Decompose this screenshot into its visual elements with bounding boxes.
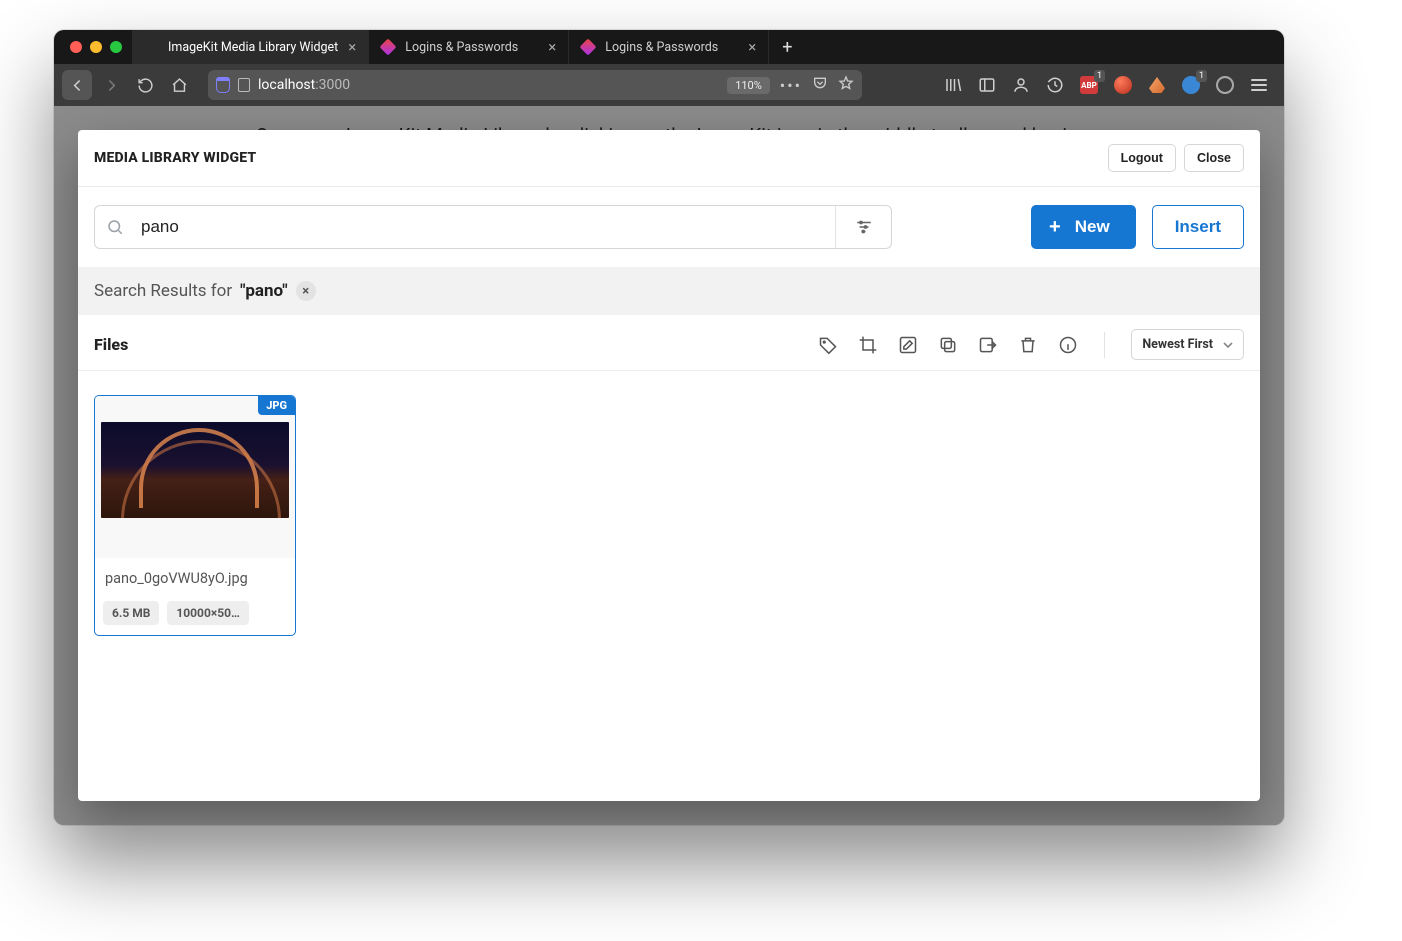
thumbnail (101, 422, 289, 518)
window-maximize[interactable] (110, 41, 122, 53)
home-button[interactable] (164, 70, 194, 100)
url-text: localhost:3000 (258, 77, 350, 93)
nav-back-button[interactable] (62, 70, 92, 100)
close-tab-icon[interactable]: × (748, 40, 756, 55)
close-tab-icon[interactable]: × (348, 40, 356, 55)
favicon-icon (144, 40, 158, 54)
react-devtools-icon[interactable] (1212, 72, 1238, 98)
insert-button[interactable]: Insert (1152, 205, 1244, 249)
edit-icon[interactable] (898, 335, 918, 355)
modal-title: MEDIA LIBRARY WIDGET (94, 150, 256, 166)
new-button-label: New (1075, 217, 1110, 237)
filter-button[interactable] (835, 206, 891, 248)
window-minimize[interactable] (90, 41, 102, 53)
file-name: pano_0goVWU8yO.jpg (95, 558, 295, 601)
files-actions: Newest First (818, 329, 1244, 360)
search-input[interactable] (135, 206, 835, 248)
window-close[interactable] (70, 41, 82, 53)
chevron-down-icon (1223, 340, 1233, 350)
crop-icon[interactable] (858, 335, 878, 355)
plus-icon: + (1049, 216, 1061, 239)
favicon-icon (381, 40, 395, 54)
tomato-extension-icon[interactable] (1110, 72, 1136, 98)
search-wrap (94, 205, 892, 249)
tab-logins-2[interactable]: Logins & Passwords × (569, 30, 769, 64)
blue-extension-icon[interactable]: 1 (1178, 72, 1204, 98)
file-meta: 6.5 MB 10000×50… (95, 601, 295, 635)
new-tab-button[interactable]: + (769, 30, 805, 64)
reload-button[interactable] (130, 70, 160, 100)
logout-button[interactable]: Logout (1108, 144, 1176, 172)
sidebar-icon[interactable] (974, 72, 1000, 98)
results-query: "pano" (240, 281, 288, 301)
tab-logins-1[interactable]: Logins & Passwords × (369, 30, 569, 64)
search-row: + New Insert (78, 187, 1260, 267)
info-icon[interactable] (1058, 335, 1078, 355)
toolbar-right: ABP 1 1 (940, 72, 1276, 98)
search-icon (95, 206, 135, 248)
tab-title: ImageKit Media Library Widget (168, 40, 338, 55)
close-button[interactable]: Close (1184, 144, 1244, 172)
pocket-icon[interactable] (812, 75, 828, 95)
zoom-indicator[interactable]: 110% (727, 77, 770, 94)
tab-title: Logins & Passwords (605, 40, 718, 55)
sort-label: Newest First (1142, 337, 1213, 352)
file-dims-pill: 10000×50… (167, 601, 248, 625)
media-library-modal: MEDIA LIBRARY WIDGET Logout Close (78, 130, 1260, 801)
clear-search-icon[interactable]: × (296, 281, 316, 301)
move-icon[interactable] (978, 335, 998, 355)
abp-extension-icon[interactable]: ABP 1 (1076, 72, 1102, 98)
window-controls (64, 30, 132, 64)
results-bar: Search Results for "pano" × (78, 267, 1260, 315)
files-toolbar: Files Newest First (78, 315, 1260, 371)
files-grid: JPG pano_0goVWU8yO.jpg 6.5 MB 10000×50… (78, 371, 1260, 660)
tag-icon[interactable] (818, 335, 838, 355)
page-info-icon[interactable] (238, 78, 250, 92)
file-size-pill: 6.5 MB (103, 601, 159, 625)
close-tab-icon[interactable]: × (548, 40, 556, 55)
tab-imagekit[interactable]: ImageKit Media Library Widget × (132, 30, 369, 64)
results-prefix: Search Results for (94, 281, 232, 301)
nav-forward-button[interactable] (96, 70, 126, 100)
files-heading: Files (94, 335, 128, 354)
separator (1104, 332, 1105, 358)
app-menu-button[interactable] (1246, 72, 1272, 98)
library-icon[interactable] (940, 72, 966, 98)
page-content: Open your ImageKit Media Library by clic… (54, 106, 1284, 825)
format-badge: JPG (258, 396, 295, 415)
url-bar: localhost:3000 110% ••• (54, 64, 1284, 106)
address-bar[interactable]: localhost:3000 110% ••• (208, 70, 862, 100)
page-actions-icon[interactable]: ••• (780, 76, 802, 95)
delete-icon[interactable] (1018, 335, 1038, 355)
copy-icon[interactable] (938, 335, 958, 355)
sort-dropdown[interactable]: Newest First (1131, 329, 1244, 360)
shield-icon[interactable] (216, 77, 230, 93)
bookmark-star-icon[interactable] (838, 75, 854, 95)
favicon-icon (581, 40, 595, 54)
account-icon[interactable] (1008, 72, 1034, 98)
history-icon[interactable] (1042, 72, 1068, 98)
tab-title: Logins & Passwords (405, 40, 518, 55)
modal-header: MEDIA LIBRARY WIDGET Logout Close (78, 130, 1260, 187)
new-button[interactable]: + New (1031, 205, 1136, 249)
fox-extension-icon[interactable] (1144, 72, 1170, 98)
thumbnail-wrap: JPG (95, 396, 295, 558)
file-card[interactable]: JPG pano_0goVWU8yO.jpg 6.5 MB 10000×50… (94, 395, 296, 636)
tab-bar: ImageKit Media Library Widget × Logins &… (54, 30, 1284, 64)
browser-window: ImageKit Media Library Widget × Logins &… (54, 30, 1284, 825)
